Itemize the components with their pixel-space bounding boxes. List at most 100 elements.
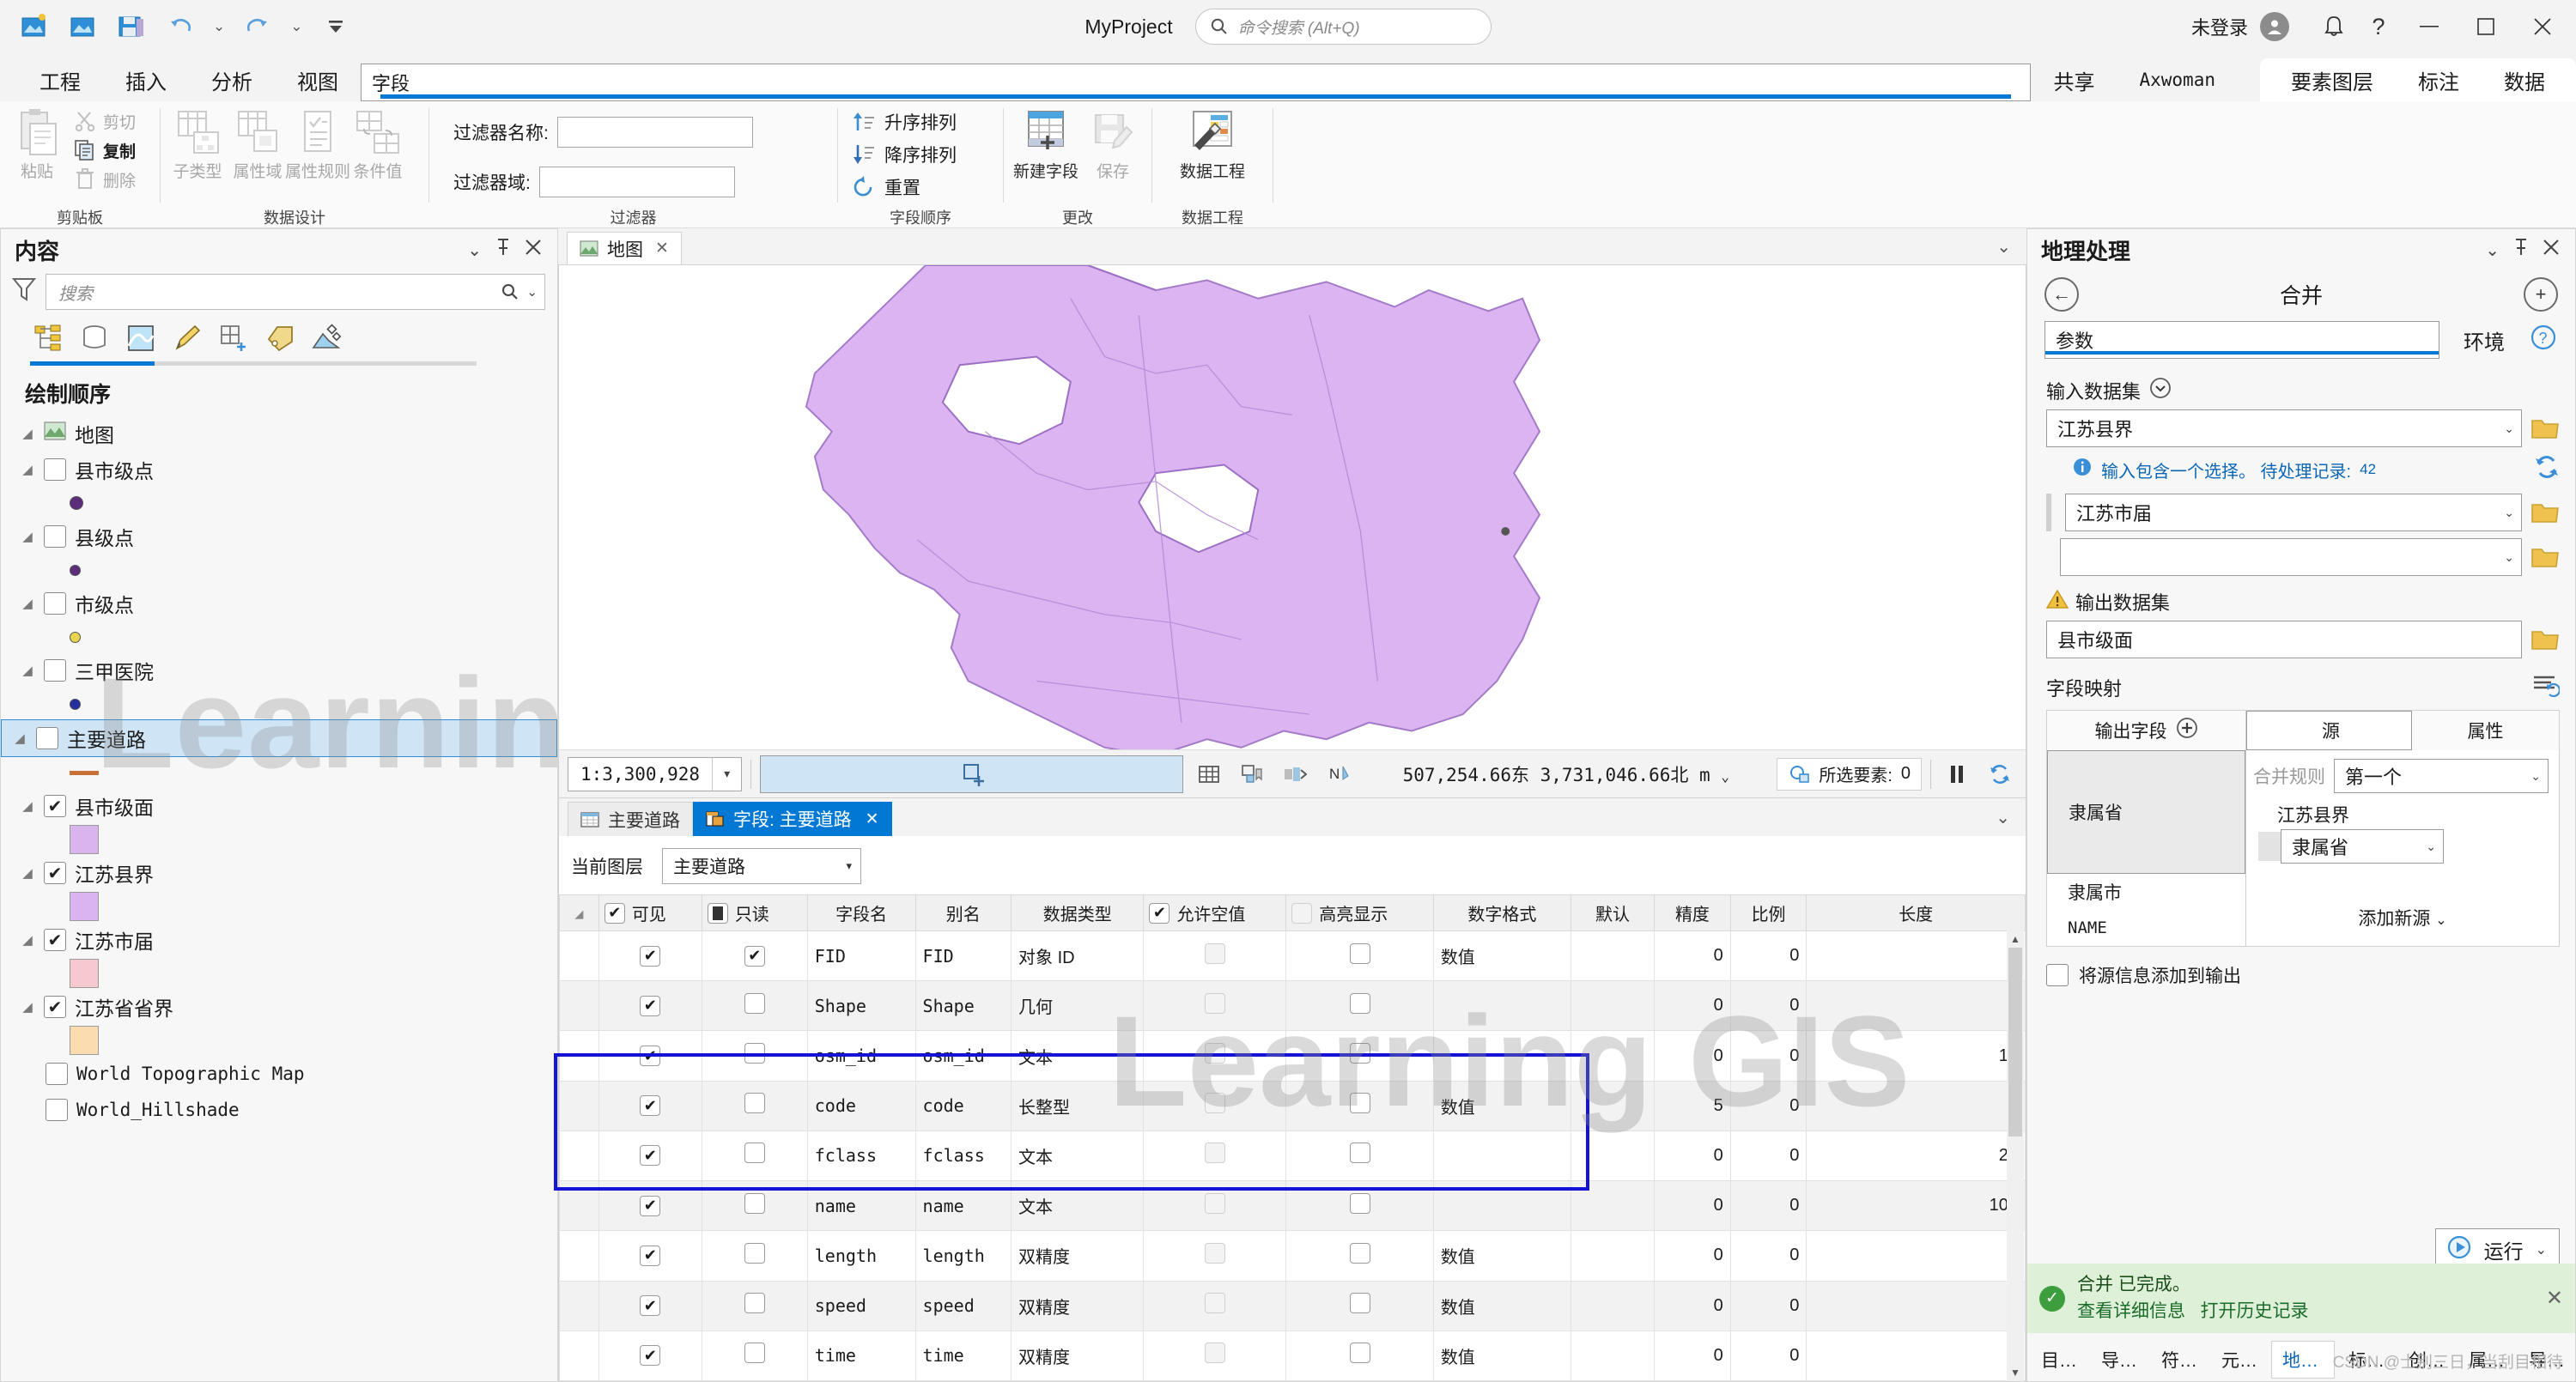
cell-highlight[interactable]: [1285, 1280, 1434, 1331]
cell-allow-null[interactable]: [1143, 1030, 1287, 1082]
ribbon-tab-feature-layer[interactable]: 要素图层: [2269, 58, 2396, 101]
new-field-button[interactable]: 新建字段: [1013, 108, 1078, 182]
cell-number-format[interactable]: [1432, 1030, 1571, 1082]
reset-field-map-icon[interactable]: [2530, 672, 2561, 703]
ribbon-tab-view[interactable]: 视图: [275, 58, 361, 101]
view-tab-fields[interactable]: 字段: 主要道路 ✕: [693, 802, 892, 836]
table-row[interactable]: ✔ length length 双精度 数值 0 0: [559, 1230, 2026, 1282]
footer-tab-catalog[interactable]: 目…: [2031, 1342, 2087, 1378]
selected-features-indicator[interactable]: 所选要素: 0: [1777, 757, 1923, 791]
expand-arrow-icon[interactable]: ◢: [20, 596, 35, 611]
dismiss-message-icon[interactable]: ✕: [2546, 1286, 2563, 1311]
expand-arrow-icon[interactable]: ◢: [20, 529, 35, 544]
cell-scale[interactable]: 0: [1729, 1330, 1807, 1382]
cell-data-type[interactable]: 几何: [1011, 980, 1145, 1032]
add-source-info-checkbox[interactable]: [2046, 964, 2069, 986]
gp-menu-icon[interactable]: ⌄: [2485, 239, 2500, 261]
cell-allow-null[interactable]: [1143, 1180, 1287, 1232]
cell-number-format[interactable]: 数值: [1432, 1280, 1571, 1331]
cell-scale[interactable]: 0: [1729, 1030, 1807, 1082]
cell-length[interactable]: 100: [1806, 1180, 2026, 1232]
cell-field-name[interactable]: length: [806, 1230, 916, 1282]
row-handle[interactable]: [559, 1280, 599, 1331]
cell-number-format[interactable]: [1432, 980, 1571, 1032]
scroll-down-arrow[interactable]: ▼: [2007, 1364, 2024, 1381]
cell-default[interactable]: [1570, 1080, 1656, 1131]
close-icon[interactable]: ✕: [866, 809, 879, 829]
cell-field-name[interactable]: Shape: [806, 980, 916, 1032]
field-map-tab-properties[interactable]: 属性: [2412, 711, 2559, 750]
column-header-readonly[interactable]: 只读: [701, 894, 808, 931]
toc-layer-world-topographic-map[interactable]: World Topographic Map: [1, 1056, 557, 1092]
cell-field-name[interactable]: time: [806, 1330, 916, 1382]
map-view[interactable]: 1:3,300,928 ▾ N 507,254.66东 3,731,046.66…: [558, 264, 2026, 798]
close-icon[interactable]: [2543, 239, 2560, 261]
layer-visibility-checkbox[interactable]: [46, 1099, 68, 1121]
attribute-rules-button[interactable]: 属性规则: [285, 108, 350, 182]
save-project-icon[interactable]: [115, 9, 149, 44]
fields-table-scrollbar[interactable]: [2007, 948, 2024, 1369]
cell-default[interactable]: [1570, 1280, 1656, 1331]
maximize-button[interactable]: [2458, 0, 2514, 53]
source-field-combo[interactable]: 隶属省 ⌄: [2281, 829, 2444, 864]
output-field-item[interactable]: 隶属市: [2047, 874, 2245, 910]
table-row[interactable]: ✔ ✔ FID FID 对象 ID 数值 0 0: [559, 930, 2026, 982]
table-row[interactable]: ✔ speed speed 双精度 数值 0 0: [559, 1280, 2026, 1331]
toc-layer-jiangsushengjie[interactable]: ◢ ✔ 江苏省省界: [1, 989, 557, 1025]
cell-number-format[interactable]: 数值: [1432, 1330, 1571, 1382]
view-tab-overflow-icon[interactable]: ⌄: [1996, 236, 2026, 258]
reset-button[interactable]: 重置: [852, 172, 920, 203]
expand-arrow-icon[interactable]: ◢: [20, 932, 35, 948]
table-row[interactable]: ✔ time time 双精度 数值 0 0: [559, 1330, 2026, 1382]
ribbon-tab-fields[interactable]: 字段: [361, 64, 2032, 101]
chevron-down-icon[interactable]: ⌄: [2426, 840, 2436, 854]
chevron-down-icon[interactable]: ⌄: [2536, 1241, 2547, 1258]
cell-visible[interactable]: ✔: [598, 1230, 702, 1282]
cell-visible[interactable]: ✔: [598, 1330, 702, 1382]
cell-data-type[interactable]: 文本: [1011, 1130, 1145, 1182]
cell-precision[interactable]: 0: [1654, 1030, 1731, 1082]
ribbon-tab-data[interactable]: 数据: [2482, 58, 2567, 101]
filter-name-input[interactable]: [556, 117, 753, 148]
column-header-scale[interactable]: 比例: [1729, 894, 1807, 931]
cell-precision[interactable]: 0: [1654, 1130, 1731, 1182]
merge-rule-combo[interactable]: 第一个 ⌄: [2334, 759, 2549, 793]
table-row[interactable]: ✔ Shape Shape 几何 0 0: [559, 980, 2026, 1032]
table-row[interactable]: ✔ name name 文本 0 0 100: [559, 1180, 2026, 1232]
output-field-item[interactable]: NAME: [2047, 910, 2245, 946]
cell-precision[interactable]: 5: [1654, 1080, 1731, 1131]
cell-number-format[interactable]: 数值: [1432, 1230, 1571, 1282]
add-source-info-row[interactable]: 将源信息添加到输出: [2046, 962, 2560, 988]
row-selector-header[interactable]: ◢: [559, 894, 599, 931]
cell-length[interactable]: 28: [1806, 1130, 2026, 1182]
collapse-icon[interactable]: [2149, 377, 2172, 404]
cell-data-type[interactable]: 双精度: [1011, 1330, 1145, 1382]
cell-highlight[interactable]: [1285, 1130, 1434, 1182]
subtypes-button[interactable]: 子类型: [171, 108, 224, 182]
cell-readonly[interactable]: [701, 1180, 808, 1232]
toc-layer-zhuyaodaolu[interactable]: ◢ 主要道路: [1, 719, 557, 757]
row-handle[interactable]: [559, 1080, 599, 1131]
ribbon-tab-labeling[interactable]: 标注: [2396, 58, 2482, 101]
cell-field-name[interactable]: osm_id: [806, 1030, 916, 1082]
input-dataset-combo-2[interactable]: 江苏市届 ⌄: [2065, 494, 2522, 531]
cell-alias[interactable]: name: [914, 1180, 1012, 1232]
cell-precision[interactable]: 0: [1654, 980, 1731, 1032]
chevron-down-icon[interactable]: ⌄: [2530, 769, 2541, 784]
explore-tool-icon[interactable]: [760, 755, 1184, 793]
view-tab-map[interactable]: 地图 ✕: [567, 232, 682, 264]
cell-precision[interactable]: 0: [1654, 1280, 1731, 1331]
cell-visible[interactable]: ✔: [598, 1080, 702, 1131]
cell-precision[interactable]: 0: [1654, 1230, 1731, 1282]
cell-scale[interactable]: 0: [1729, 1130, 1807, 1182]
row-handle[interactable]: [559, 1230, 599, 1282]
cell-highlight[interactable]: [1285, 1080, 1434, 1131]
footer-tab-symbology[interactable]: 符…: [2151, 1342, 2208, 1378]
add-new-source-button[interactable]: 添加新源 ⌄: [2246, 905, 2559, 930]
open-project-icon[interactable]: [67, 9, 101, 44]
paste-button[interactable]: 粘贴: [10, 108, 64, 182]
row-handle[interactable]: [559, 1180, 599, 1232]
customize-qat-icon[interactable]: [319, 9, 353, 44]
column-header-length[interactable]: 长度: [1806, 894, 2026, 931]
pause-drawing-icon[interactable]: [1940, 757, 1974, 791]
